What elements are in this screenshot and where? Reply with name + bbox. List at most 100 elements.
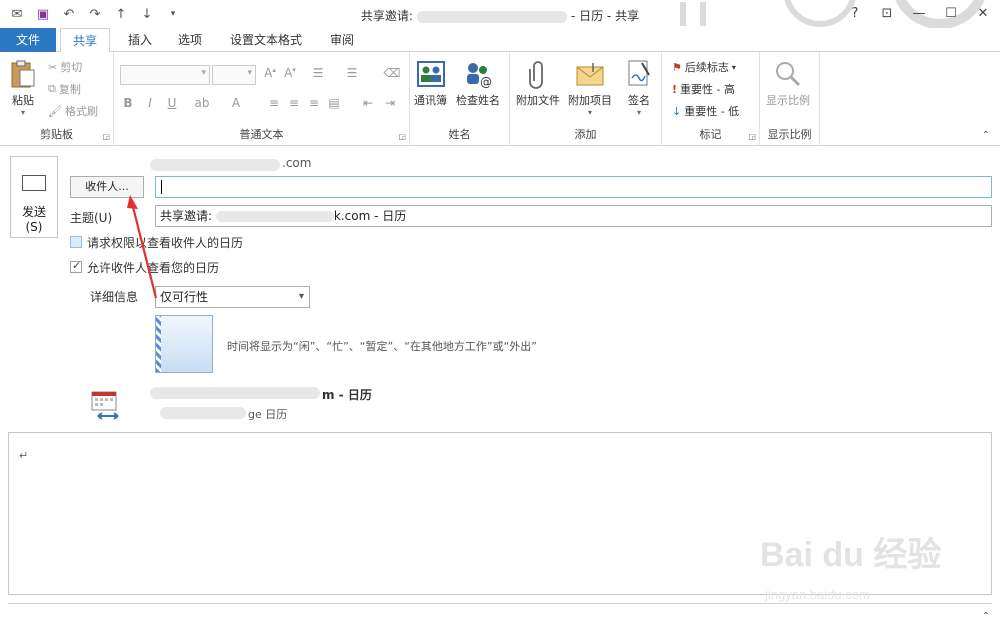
shrink-font-icon[interactable]: A▾ bbox=[280, 66, 300, 80]
send-envelope-icon bbox=[22, 175, 46, 191]
clipboard-icon bbox=[8, 58, 38, 90]
address-book-label: 通讯簿 bbox=[414, 94, 447, 107]
send-label: 发送 bbox=[21, 205, 46, 219]
highlight-icon[interactable]: ab bbox=[192, 96, 212, 110]
collapse-ribbon-icon[interactable]: ⌃ bbox=[982, 130, 990, 141]
ribbon: 粘贴 ▾ ✂剪切 ⧉复制 🖌格式刷 剪贴板 ◲ A▴ A▾ ☰ ☰ ⌫ B I … bbox=[0, 52, 1000, 146]
redacted-subject bbox=[215, 211, 334, 222]
attach-item-label: 附加项目 bbox=[568, 94, 612, 107]
from-address: .com bbox=[282, 156, 312, 170]
clear-format-icon[interactable]: ⌫ bbox=[382, 66, 402, 80]
cut-label: 剪切 bbox=[60, 61, 83, 74]
format-painter-button[interactable]: 🖌 格式刷 bbox=[48, 103, 98, 119]
redacted-calendar-owner bbox=[150, 387, 320, 399]
numbering-icon[interactable]: ☰ bbox=[342, 66, 362, 80]
font-name-combo[interactable] bbox=[120, 65, 210, 85]
bullets-icon[interactable]: ☰ bbox=[308, 66, 328, 80]
basic-text-group-label: 普通文本 bbox=[239, 128, 284, 141]
dialog-launcher-icon[interactable]: ◲ bbox=[102, 132, 110, 141]
tags-group: ⚑ 后续标志 ▾ ! 重要性 - 高 ↓ 重要性 - 低 标记 ◲ bbox=[662, 52, 760, 146]
maximize-icon[interactable]: ☐ bbox=[938, 3, 964, 23]
window-controls: ? ⊡ — ☐ ✕ bbox=[842, 3, 996, 23]
calendar-share-icon bbox=[91, 391, 119, 420]
minimize-icon[interactable]: — bbox=[906, 3, 932, 23]
brush-icon: 🖌 bbox=[48, 104, 62, 118]
italic-icon[interactable]: I bbox=[140, 96, 160, 110]
include-group-label: 添加 bbox=[574, 128, 597, 141]
details-description: 时间将显示为“闲”、“忙”、“暂定”、“在其他地方工作”或“外出” bbox=[227, 340, 537, 353]
check-names-icon: @ bbox=[463, 58, 493, 90]
align-right-icon[interactable]: ≡ bbox=[304, 96, 324, 110]
availability-preview bbox=[155, 315, 213, 373]
align-left-icon[interactable]: ≡ bbox=[264, 96, 284, 110]
tab-file[interactable]: 文件 bbox=[0, 28, 56, 52]
decrease-indent-icon[interactable]: ⇤ bbox=[358, 96, 378, 110]
tab-format-text[interactable]: 设置文本格式 bbox=[218, 28, 314, 52]
title-suffix: - 日历 - 共享 bbox=[570, 9, 640, 23]
signature-icon bbox=[624, 58, 654, 90]
text-caret bbox=[161, 180, 162, 194]
ribbon-display-icon[interactable]: ⊡ bbox=[874, 3, 900, 23]
font-size-combo[interactable] bbox=[212, 65, 256, 85]
copy-button[interactable]: ⧉ 复制 bbox=[48, 81, 81, 97]
zoom-label: 显示比例 bbox=[766, 94, 810, 107]
redacted-email bbox=[416, 10, 567, 23]
check-names-button[interactable]: @ 检查姓名 bbox=[456, 58, 500, 108]
justify-icon[interactable]: ▤ bbox=[324, 96, 344, 110]
align-center-icon[interactable]: ≡ bbox=[284, 96, 304, 110]
increase-indent-icon[interactable]: ⇥ bbox=[380, 96, 400, 110]
paperclip-icon bbox=[523, 58, 553, 90]
title-bar: ✉ ▣ ↶ ↷ ↑ ↓ ▾ 共享邀请: - 日历 - 共享 ? ⊡ — ☐ ✕ bbox=[0, 0, 1000, 28]
dialog-launcher-icon[interactable]: ◲ bbox=[748, 132, 756, 141]
calendar-subtitle: ge 日历 bbox=[248, 408, 288, 421]
follow-up-dropdown-icon: ▾ bbox=[731, 62, 736, 72]
watermark-url: jingyan.baidu.com bbox=[765, 587, 870, 602]
include-group: 附加文件 附加项目 ▾ 签名 ▾ 添加 bbox=[510, 52, 662, 146]
dialog-launcher-icon[interactable]: ◲ bbox=[398, 132, 406, 141]
tab-review[interactable]: 审阅 bbox=[318, 28, 366, 52]
zoom-button[interactable]: 显示比例 bbox=[766, 58, 810, 108]
flag-icon: ⚑ bbox=[672, 60, 682, 74]
subject-input[interactable]: 共享邀请: k.com - 日历 bbox=[155, 205, 992, 227]
bold-icon[interactable]: B bbox=[118, 96, 138, 110]
help-icon[interactable]: ? bbox=[842, 3, 868, 23]
expand-icon[interactable]: ⌃ bbox=[982, 611, 990, 622]
underline-icon[interactable]: U bbox=[162, 96, 182, 110]
calendar-name: m - 日历 bbox=[322, 388, 372, 402]
details-select[interactable]: 仅可行性 bbox=[155, 286, 310, 308]
signature-dropdown-icon: ▾ bbox=[636, 108, 641, 117]
subject-label: 主题(U) bbox=[70, 211, 113, 225]
copy-label: 复制 bbox=[58, 83, 81, 96]
zoom-group-label: 显示比例 bbox=[767, 128, 812, 141]
address-book-button[interactable]: 通讯簿 bbox=[414, 58, 447, 108]
cut-button[interactable]: ✂ 剪切 bbox=[48, 59, 82, 75]
send-button[interactable]: 发送 (S) bbox=[10, 156, 58, 238]
grow-font-icon[interactable]: A▴ bbox=[260, 66, 280, 80]
high-importance-button[interactable]: ! 重要性 - 高 bbox=[672, 81, 735, 97]
subject-prefix: 共享邀请: bbox=[160, 209, 216, 223]
redacted-calendar-sub bbox=[160, 407, 246, 419]
names-group-label: 姓名 bbox=[448, 128, 471, 141]
low-importance-button[interactable]: ↓ 重要性 - 低 bbox=[672, 103, 739, 119]
request-permission-checkbox[interactable] bbox=[70, 236, 82, 248]
attach-file-label: 附加文件 bbox=[516, 94, 560, 107]
tab-share[interactable]: 共享 bbox=[60, 28, 111, 53]
divider bbox=[8, 603, 992, 604]
tab-options[interactable]: 选项 bbox=[166, 28, 214, 52]
share-form: .com 发送 (S) 收件人... 主题(U) 共享邀请: k.com - 日… bbox=[0, 147, 1000, 640]
tab-insert[interactable]: 插入 bbox=[116, 28, 164, 52]
basic-text-group: A▴ A▾ ☰ ☰ ⌫ B I U ab A ≡ ≡ ≡ ▤ ⇤ ⇥ 普通文本 … bbox=[114, 52, 410, 146]
follow-up-button[interactable]: ⚑ 后续标志 ▾ bbox=[672, 59, 736, 75]
watermark-logo: Bai du 经验 bbox=[760, 536, 942, 574]
to-input[interactable] bbox=[155, 176, 992, 198]
paste-label: 粘贴 bbox=[12, 94, 34, 107]
attach-file-button[interactable]: 附加文件 bbox=[516, 58, 560, 108]
allow-view-checkbox[interactable] bbox=[70, 259, 82, 273]
send-shortcut: (S) bbox=[25, 220, 43, 234]
signature-button[interactable]: 签名 ▾ bbox=[624, 58, 654, 117]
ribbon-tabs: 文件 共享 插入 选项 设置文本格式 审阅 bbox=[0, 28, 1000, 53]
paste-button[interactable]: 粘贴 ▾ bbox=[8, 58, 38, 117]
attach-item-button[interactable]: 附加项目 ▾ bbox=[568, 58, 612, 117]
font-color-icon[interactable]: A bbox=[226, 96, 246, 110]
close-icon[interactable]: ✕ bbox=[970, 3, 996, 23]
